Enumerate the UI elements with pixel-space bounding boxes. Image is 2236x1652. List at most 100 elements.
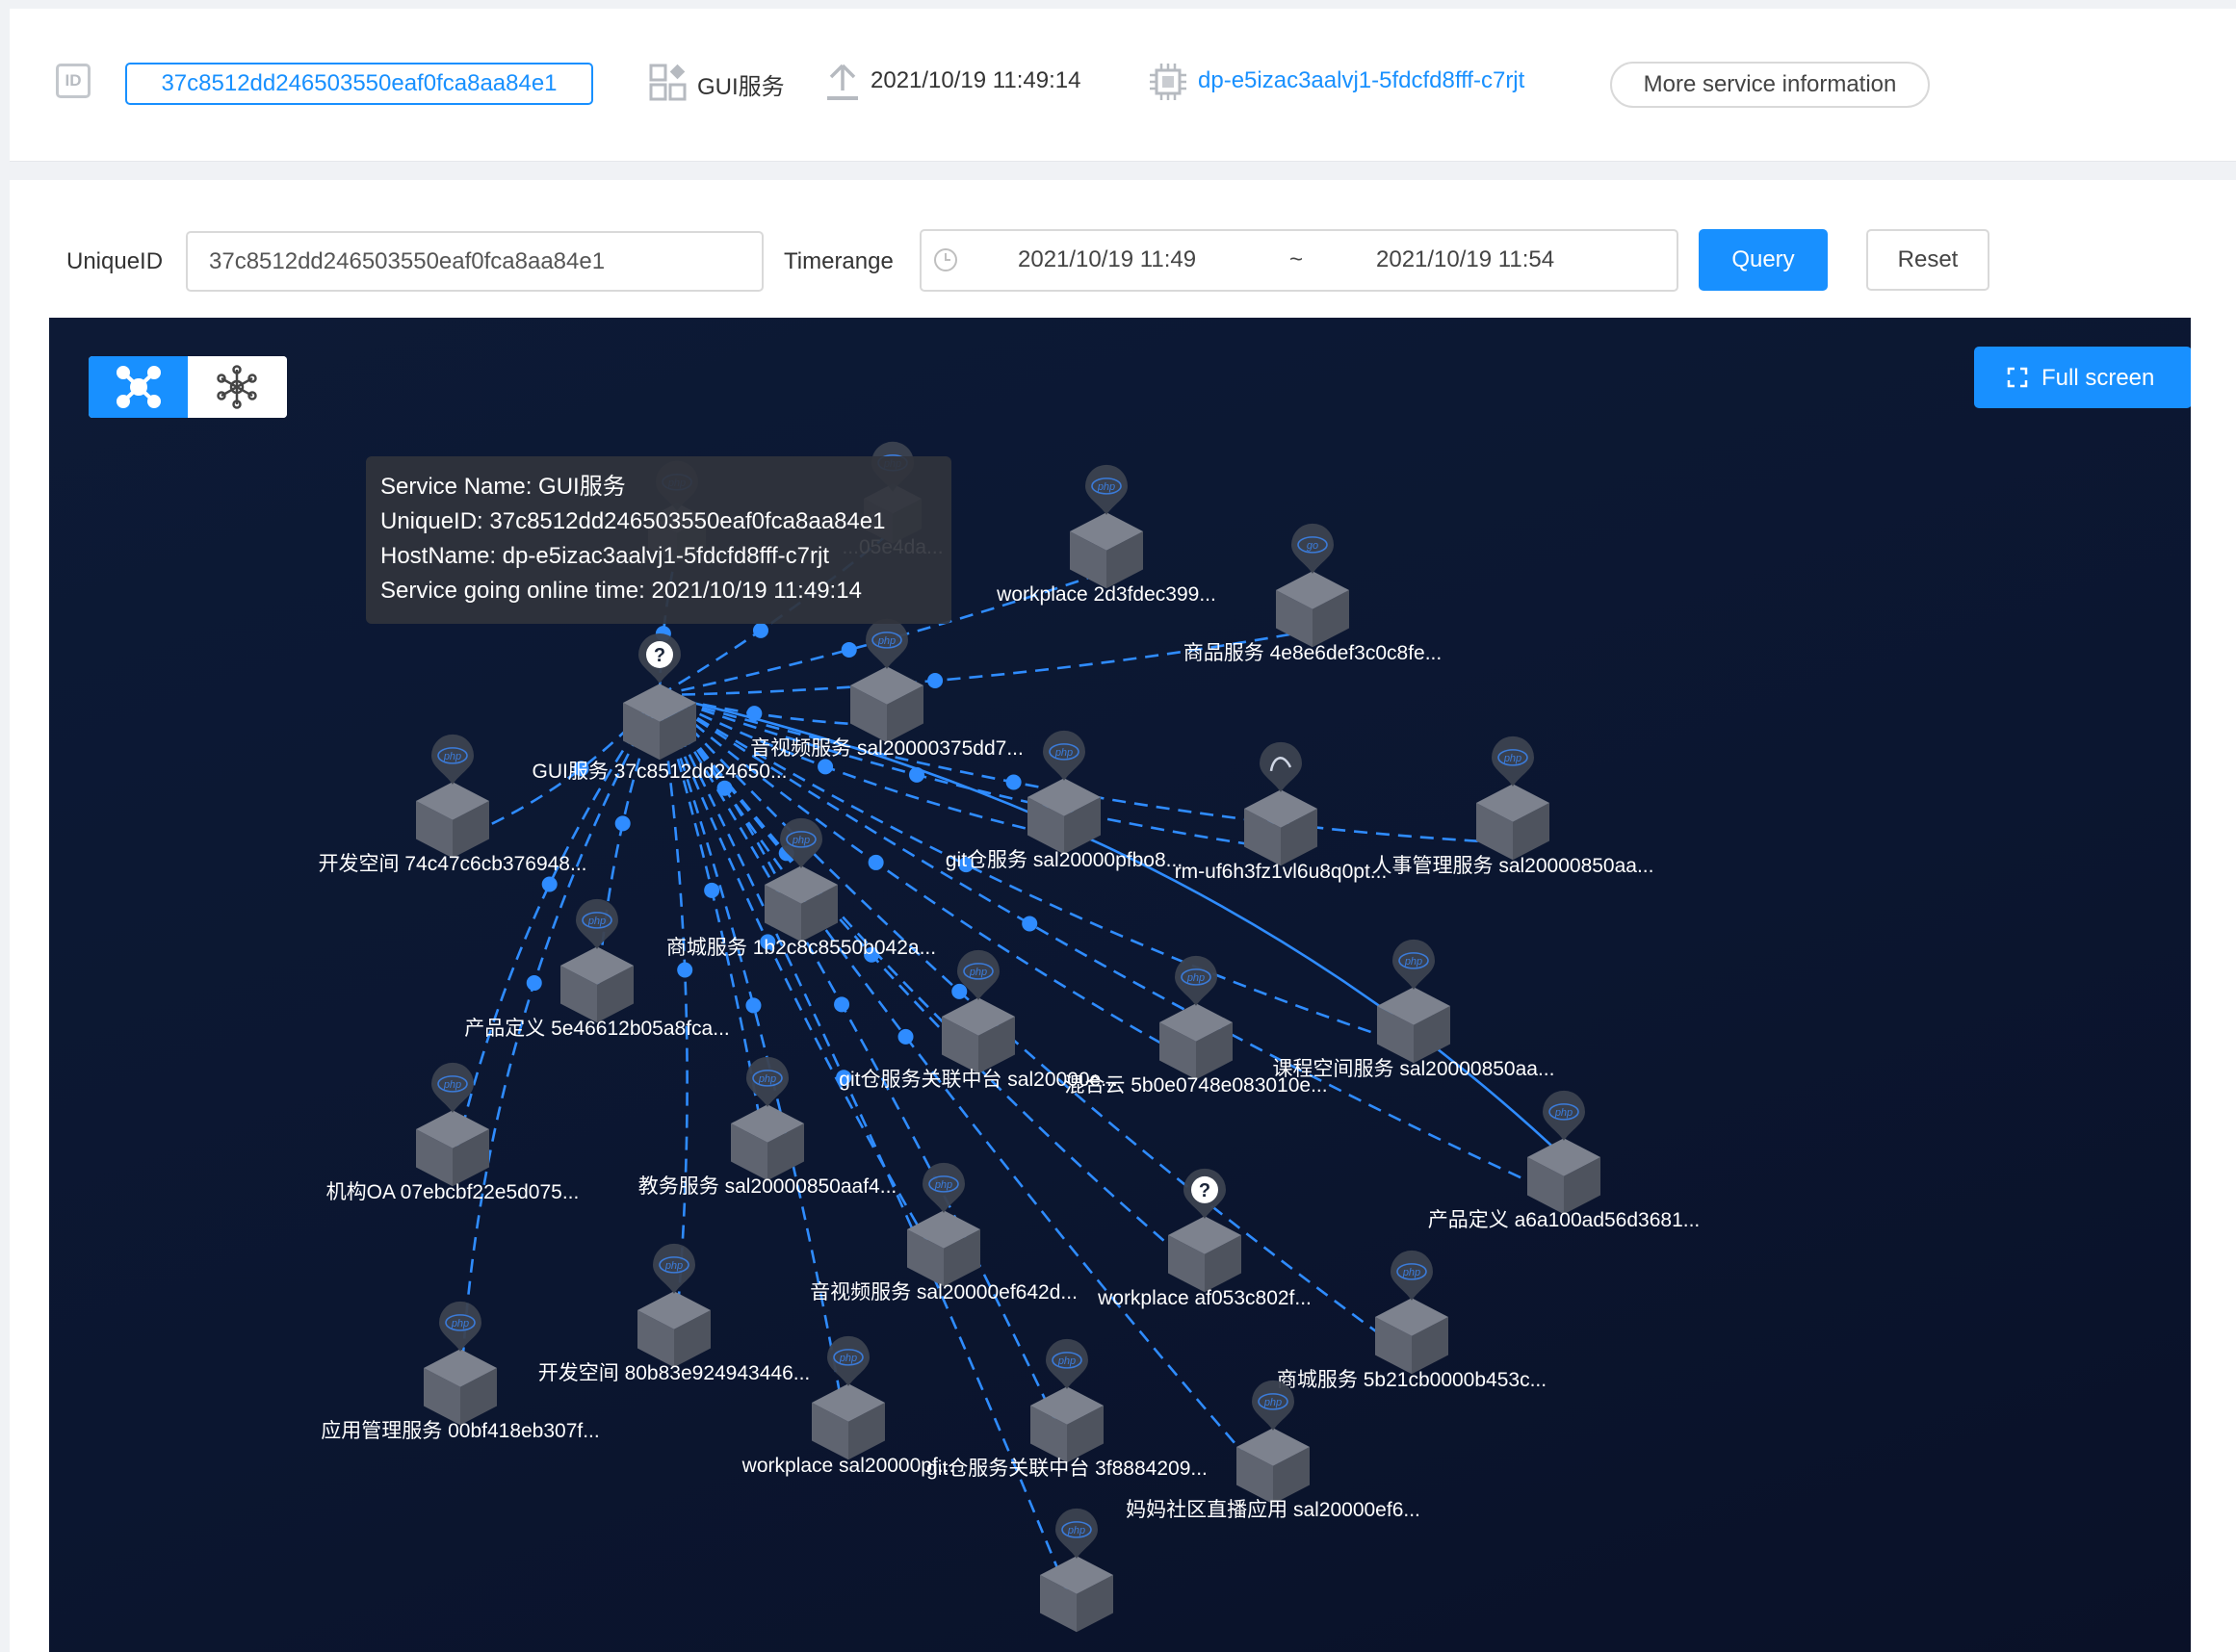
- host-name-link[interactable]: dp-e5izac3aalvj1-5fdcfd8fff-c7rjt: [1198, 67, 1524, 94]
- link-midpoint[interactable]: [868, 854, 884, 870]
- link-midpoint[interactable]: [927, 672, 944, 688]
- svg-text:php: php: [1503, 753, 1521, 764]
- service-node[interactable]: php workplace 2d3fdec399...: [996, 464, 1216, 606]
- svg-text:php: php: [443, 1079, 461, 1091]
- range-separator: ~: [1289, 246, 1304, 272]
- uid-label: UniqueID: [66, 248, 164, 274]
- link-midpoint[interactable]: [745, 997, 762, 1014]
- service-node-label: 商城服务 5b21cb0000b453c...: [1277, 1369, 1547, 1391]
- link-midpoint[interactable]: [897, 1028, 914, 1045]
- snowflake-icon: [217, 365, 257, 409]
- dependency-link[interactable]: [458, 694, 662, 1408]
- service-node[interactable]: php 开发空间 80b83e924943446...: [538, 1243, 811, 1384]
- service-node-label: 妈妈社区直播应用 sal20000ef6...: [1126, 1499, 1420, 1521]
- node-tooltip: Service Name: GUI服务 UniqueID: 37c8512dd2…: [366, 456, 951, 624]
- range-end-input[interactable]: 2021/10/19 11:54: [1376, 246, 1554, 273]
- service-node-label: workplace af053c802f...: [1097, 1287, 1312, 1309]
- service-node-label: git仓服务 sal20000pfbo8...: [946, 849, 1183, 871]
- service-node[interactable]: phpgit仓服务关联中台 sal20000e...: [839, 949, 1118, 1091]
- online-time: 2021/10/19 11:49:14: [871, 67, 1081, 93]
- fullscreen-icon: [2007, 367, 2028, 388]
- range-start-input[interactable]: 2021/10/19 11:49: [1018, 246, 1196, 273]
- service-node[interactable]: ? workplace af053c802f...: [1097, 1168, 1312, 1309]
- svg-text:php: php: [1402, 1267, 1420, 1278]
- svg-text:php: php: [758, 1073, 776, 1085]
- svg-text:go: go: [1307, 540, 1318, 552]
- svg-text:php: php: [664, 1260, 683, 1272]
- service-node-label: rm-uf6h3fz1vl6u8q0pt...: [1175, 861, 1388, 883]
- service-node[interactable]: php workplace sal20000pf...: [741, 1335, 955, 1477]
- timerange-picker[interactable]: 2021/10/19 11:49 ~ 2021/10/19 11:54: [920, 229, 1678, 292]
- link-midpoint[interactable]: [541, 876, 558, 892]
- svg-text:php: php: [877, 635, 896, 647]
- service-node-label: git仓服务关联中台 3f8884209...: [926, 1458, 1208, 1480]
- service-node[interactable]: php 课程空间服务 sal20000850aa...: [1273, 939, 1555, 1080]
- link-midpoint[interactable]: [752, 622, 768, 638]
- link-midpoint[interactable]: [1022, 916, 1038, 932]
- service-node-label: 开发空间 74c47c6cb376948...: [319, 853, 587, 875]
- topology-graph[interactable]: phpphp...05e4da...phpworkplace 2d3fdec39…: [49, 318, 2191, 1652]
- service-node[interactable]: php 商城服务 5b21cb0000b453c...: [1277, 1250, 1547, 1391]
- link-midpoint[interactable]: [841, 641, 857, 658]
- link-midpoint[interactable]: [951, 983, 968, 999]
- service-name: GUI服务: [697, 74, 785, 100]
- svg-text:?: ?: [1199, 1180, 1210, 1201]
- service-node[interactable]: go 商品服务 4e8e6def3c0c8fe...: [1183, 523, 1442, 664]
- chip-icon: [1150, 64, 1186, 100]
- snowflake-view-button[interactable]: [188, 356, 287, 418]
- id-icon: ID: [56, 64, 91, 98]
- svg-text:?: ?: [654, 645, 665, 666]
- link-midpoint[interactable]: [614, 815, 631, 832]
- link-midpoint[interactable]: [834, 996, 850, 1013]
- svg-text:php: php: [451, 1318, 469, 1329]
- service-node[interactable]: php 妈妈社区直播应用 sal20000ef6...: [1126, 1380, 1420, 1521]
- topology-icon: [117, 366, 161, 408]
- service-node[interactable]: php 人事管理服务 sal20000850aa...: [1372, 736, 1654, 877]
- service-node-label: 音视频服务 sal20000ef642d...: [810, 1281, 1078, 1304]
- uid-input[interactable]: 37c8512dd246503550eaf0fca8aa84e1: [186, 231, 764, 292]
- link-midpoint[interactable]: [1005, 774, 1022, 790]
- service-node-label: 机构OA 07ebcbf22e5d075...: [326, 1181, 580, 1203]
- apps-icon: [649, 64, 687, 101]
- service-node[interactable]: php 开发空间 74c47c6cb376948...: [319, 734, 587, 875]
- query-button[interactable]: Query: [1699, 229, 1828, 291]
- clock-icon: [934, 248, 957, 271]
- full-screen-label: Full screen: [2041, 365, 2155, 391]
- tooltip-host-name: HostName: dp-e5izac3aalvj1-5fdcfd8fff-c7…: [380, 543, 830, 569]
- full-screen-button[interactable]: Full screen: [1974, 347, 2191, 408]
- service-node[interactable]: php 音视频服务 sal20000375dd7...: [750, 618, 1024, 760]
- service-node-label: 课程空间服务 sal20000850aa...: [1273, 1058, 1555, 1080]
- link-midpoint[interactable]: [526, 975, 542, 992]
- link-midpoint[interactable]: [818, 759, 834, 775]
- service-node-label: workplace 2d3fdec399...: [996, 583, 1216, 606]
- center-node-label: GUI服务 37c8512dd24650...: [532, 761, 787, 783]
- tooltip-online-time: Service going online time: 2021/10/19 11…: [380, 578, 862, 604]
- svg-text:php: php: [1554, 1107, 1573, 1119]
- svg-text:php: php: [1097, 481, 1115, 493]
- service-node[interactable]: php 产品定义 a6a100ad56d3681...: [1428, 1090, 1701, 1231]
- service-node-label: 应用管理服务 00bf418eb307f...: [321, 1420, 599, 1442]
- timerange-label: Timerange: [784, 248, 894, 274]
- service-node-label: workplace sal20000pf...: [741, 1455, 955, 1477]
- svg-text:php: php: [443, 751, 461, 762]
- service-node-label: 产品定义 a6a100ad56d3681...: [1428, 1209, 1701, 1231]
- svg-text:php: php: [934, 1179, 952, 1191]
- svg-text:php: php: [969, 967, 987, 978]
- topology-view-button[interactable]: [89, 356, 188, 418]
- svg-text:php: php: [1404, 956, 1422, 968]
- svg-text:php: php: [1186, 972, 1205, 984]
- link-midpoint[interactable]: [677, 962, 693, 978]
- service-node[interactable]: rm-uf6h3fz1vl6u8q0pt...: [1175, 741, 1388, 883]
- link-midpoint[interactable]: [704, 882, 720, 898]
- svg-text:php: php: [587, 916, 606, 927]
- service-node-label: 产品定义 5e46612b05a8fca...: [464, 1018, 730, 1040]
- svg-text:php: php: [1263, 1397, 1282, 1408]
- service-node[interactable]: php 机构OA 07ebcbf22e5d075...: [326, 1062, 580, 1203]
- more-service-info-button[interactable]: More service information: [1610, 62, 1930, 108]
- reset-button[interactable]: Reset: [1866, 229, 1989, 291]
- service-node-label: 开发空间 80b83e924943446...: [538, 1362, 811, 1384]
- upload-icon: [827, 64, 858, 100]
- view-mode-switch: [89, 356, 287, 418]
- service-node[interactable]: php: [1040, 1508, 1113, 1633]
- unique-id-badge[interactable]: 37c8512dd246503550eaf0fca8aa84e1: [125, 63, 593, 105]
